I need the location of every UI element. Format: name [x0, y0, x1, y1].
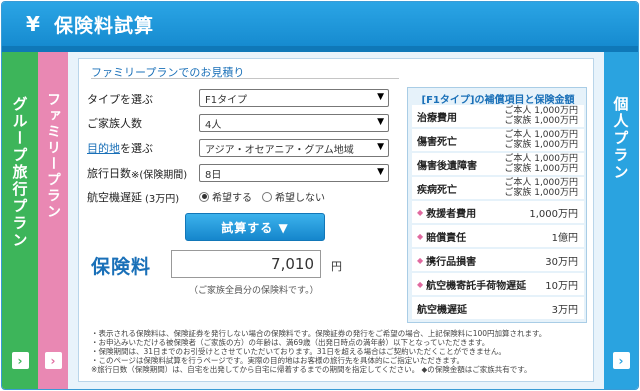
family-label-text: ご家族人数 — [87, 117, 142, 130]
coverage-item-name: 救援者費用 — [426, 208, 477, 220]
footnote: ・保険期間は、31日までのお引受けとさせていただいております。31日を超える場合… — [91, 347, 506, 356]
diamond-icon: ◆ — [417, 255, 424, 265]
coverage-row: 傷害後遺障害 ご本人 1,000万円 ご家族 1,000万円 — [412, 153, 584, 175]
coverage-row: ◆ 救援者費用 1,000万円 — [412, 201, 584, 223]
diamond-icon: ◆ — [417, 231, 424, 241]
coverage-item-value: 1,000万円 — [529, 208, 578, 220]
coverage-item-value: ご本人 1,000万円 ご家族 1,000万円 — [504, 130, 578, 150]
coverage-item-name: 傷害死亡 — [417, 136, 457, 148]
type-select[interactable]: F1タイプ ▼ — [199, 89, 389, 107]
days-label-text: 旅行日数 — [87, 167, 131, 180]
family-count-value: 4人 — [205, 119, 222, 131]
coverage-title: [F1タイプ]の補償項目と保険金額 — [421, 95, 575, 106]
coverage-item-value: 3万円 — [551, 304, 578, 316]
destination-value: アジア・オセアニア・グアム地域 — [205, 144, 354, 156]
section-divider — [91, 78, 399, 79]
radio-selected-icon[interactable] — [199, 191, 209, 202]
estimate-panel: ファミリープランでのお見積り タイプを選ぶ F1タイプ ▼ ご家族人数 4人 ▼… — [78, 58, 594, 382]
coverage-row: 治療費用 ご本人 1,000万円 ご家族 1,000万円 — [412, 105, 584, 127]
yen-icon: ¥ — [26, 12, 40, 36]
delay-label-text: 航空機遅延 — [87, 191, 142, 204]
chevron-right-icon[interactable]: › — [11, 352, 29, 369]
days-value: 8日 — [205, 169, 222, 181]
type-label: タイプを選ぶ — [87, 91, 153, 107]
tab-family-plan[interactable]: ファミリープラン › — [38, 52, 68, 389]
coverage-item-value: ご本人 1,000万円 ご家族 1,000万円 — [504, 154, 578, 174]
coverage-item-name: 携行品損害 — [426, 256, 477, 268]
footnote: ・表示される保険料は、保険証券を発行しない場合の保険料です。保険証券の発行をご希… — [91, 329, 547, 338]
type-select-value: F1タイプ — [205, 94, 248, 106]
delay-label-note: (3万円) — [145, 193, 180, 205]
delay-no-option[interactable]: 希望しない — [262, 189, 325, 204]
delay-yes-option[interactable]: 希望する — [199, 189, 252, 204]
coverage-item-value: 30万円 — [545, 256, 578, 268]
days-select[interactable]: 8日 ▼ — [199, 164, 389, 182]
coverage-item-name: 傷害後遺障害 — [417, 160, 477, 172]
tab-group-label: グループ旅行プラン — [10, 96, 29, 249]
destination-label-text: を選ぶ — [120, 142, 153, 155]
caret-down-icon: ▼ — [377, 92, 384, 102]
coverage-row: ◆ 携行品損害 30万円 — [412, 249, 584, 271]
tab-personal-plan[interactable]: 個人プラン › — [604, 52, 638, 389]
tab-personal-label: 個人プラン — [611, 96, 630, 181]
tab-group-travel-plan[interactable]: グループ旅行プラン › — [2, 52, 38, 389]
footnote: ・このページは保険料試算を行うページです。実際の目的地はお客様の旅行先を具体的に… — [91, 356, 465, 365]
delay-label: 航空機遅延 (3万円) — [87, 189, 179, 205]
chevron-right-icon[interactable]: › — [44, 352, 62, 369]
premium-unit: 円 — [331, 260, 342, 273]
coverage-row: 航空機遅延 3万円 — [412, 297, 584, 319]
page-title: 保険料試算 — [54, 14, 155, 37]
coverage-row: ◆ 賠償責任 1億円 — [412, 225, 584, 247]
days-label-note: ※(保険期間) — [131, 169, 188, 181]
premium-label: 保険料 — [91, 256, 152, 278]
main-content: ファミリープランでのお見積り タイプを選ぶ F1タイプ ▼ ご家族人数 4人 ▼… — [68, 52, 604, 389]
calculate-button[interactable]: 試算する ▼ — [185, 213, 325, 241]
coverage-item-value: 10万円 — [545, 280, 578, 292]
destination-select[interactable]: アジア・オセアニア・グアム地域 ▼ — [199, 139, 389, 157]
coverage-row: ◆ 航空機寄託手荷物遅延 10万円 — [412, 273, 584, 295]
coverage-item-name: 治療費用 — [417, 112, 457, 124]
delay-yes-label: 希望する — [212, 193, 252, 204]
caret-down-icon: ▼ — [377, 117, 384, 127]
coverage-item-value: 1億円 — [551, 232, 578, 244]
coverage-item-value: ご本人 1,000万円 ご家族 1,000万円 — [504, 178, 578, 198]
days-label: 旅行日数 ※(保険期間) — [87, 165, 187, 181]
header-bar: ¥ 保険料試算 — [2, 2, 638, 46]
coverage-table: [F1タイプ]の補償項目と保険金額 治療費用 ご本人 1,000万円 ご家族 1,… — [407, 87, 587, 323]
caret-down-icon: ▼ — [377, 142, 384, 152]
delay-radio-group: 希望する 希望しない — [199, 189, 335, 204]
footnote: ・お申込みいただける被保険者（ご家族の方）の年齢は、満69歳（出発日時点の満年齢… — [91, 338, 490, 347]
coverage-item-name: 疾病死亡 — [417, 184, 457, 196]
tab-family-label: ファミリープラン — [45, 92, 61, 220]
family-label: ご家族人数 — [87, 115, 142, 131]
calculator-widget: ¥ 保険料試算 グループ旅行プラン › ファミリープラン › ファミリープランで… — [1, 1, 639, 390]
premium-value: 7,010 — [271, 255, 314, 273]
radio-unselected-icon[interactable] — [262, 191, 272, 202]
diamond-icon: ◆ — [417, 207, 424, 217]
diamond-icon: ◆ — [417, 279, 424, 289]
premium-value-box: 7,010 — [171, 250, 321, 278]
caret-down-icon: ▼ — [377, 167, 384, 177]
footnotes: ・表示される保険料は、保険証券を発行しない場合の保険料です。保険証券の発行をご希… — [91, 329, 591, 374]
coverage-row: 傷害死亡 ご本人 1,000万円 ご家族 1,000万円 — [412, 129, 584, 151]
destination-label: 目的地 を選ぶ — [87, 140, 153, 156]
coverage-item-name: 航空機寄託手荷物遅延 — [426, 280, 527, 292]
coverage-item-name: 賠償責任 — [426, 232, 467, 244]
coverage-item-name: 航空機遅延 — [417, 304, 467, 316]
destination-link[interactable]: 目的地 — [87, 140, 120, 156]
delay-no-label: 希望しない — [275, 193, 325, 204]
coverage-item-value: ご本人 1,000万円 ご家族 1,000万円 — [504, 106, 578, 126]
coverage-row: 疾病死亡 ご本人 1,000万円 ご家族 1,000万円 — [412, 177, 584, 199]
type-label-text: タイプを選ぶ — [87, 93, 153, 106]
footnote: ※旅行日数（保険期間）は、自宅を出発してから自宅に帰着するまでの期間を指定してく… — [91, 365, 532, 374]
premium-note: （ご家族全員分の保険料です。） — [189, 286, 319, 296]
chevron-right-icon[interactable]: › — [612, 352, 630, 369]
family-count-select[interactable]: 4人 ▼ — [199, 114, 389, 132]
